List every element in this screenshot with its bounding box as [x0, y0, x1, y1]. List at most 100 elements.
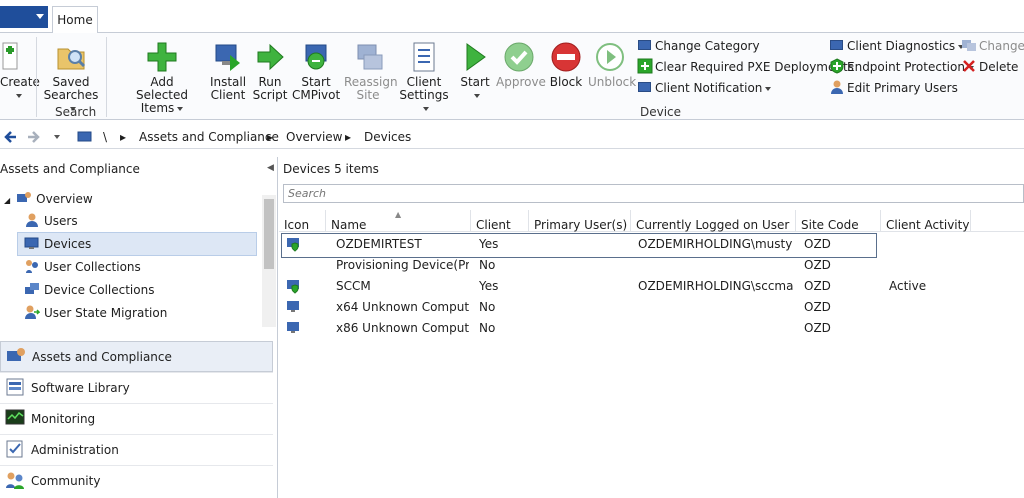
- workspace-software-library[interactable]: Software Library: [0, 372, 273, 403]
- table-row[interactable]: Provisioning Device(Pro... No OZD: [279, 255, 1024, 276]
- history-dropdown-icon[interactable]: [52, 131, 62, 145]
- delete-button[interactable]: Delete: [961, 58, 1018, 76]
- cell-name: SCCM: [336, 279, 371, 293]
- user-collections-icon: [24, 258, 40, 274]
- tree-devices[interactable]: Devices: [24, 234, 91, 255]
- change-category-button[interactable]: Change Category: [637, 37, 760, 55]
- file-menu-button[interactable]: [0, 6, 48, 28]
- breadcrumb-separator-icon: ▸: [120, 130, 127, 144]
- create-button[interactable]: Create: [0, 41, 40, 102]
- add-plus-icon: [146, 41, 178, 73]
- cell-client-activity: Active: [889, 279, 927, 293]
- cell-site-code: OZD: [804, 237, 831, 251]
- clear-pxe-button[interactable]: Clear Required PXE Deployments: [637, 58, 854, 76]
- page-title: Devices 5 items: [283, 162, 379, 176]
- tree-user-collections[interactable]: User Collections: [24, 257, 141, 278]
- install-client-button[interactable]: Install Client: [208, 41, 248, 102]
- column-logged-on-user[interactable]: Currently Logged on User: [631, 210, 796, 232]
- saved-searches-label-1: Saved: [52, 75, 90, 89]
- cell-client: Yes: [479, 237, 499, 251]
- workspace-community[interactable]: Community: [0, 465, 273, 496]
- breadcrumb-root[interactable]: \: [103, 130, 107, 144]
- breadcrumb-devices[interactable]: Devices: [364, 130, 411, 144]
- user-state-migration-icon: [24, 304, 41, 320]
- client-diagnostics-button[interactable]: Client Diagnostics: [829, 37, 964, 55]
- cell-client: No: [479, 300, 496, 314]
- change-collection-button[interactable]: Change C: [961, 37, 1024, 55]
- client-notification-button[interactable]: Client Notification: [637, 79, 771, 97]
- cmpivot-icon: [300, 41, 332, 73]
- table-row[interactable]: x64 Unknown Computer... No OZD: [279, 297, 1024, 318]
- client-settings-button[interactable]: Client Settings: [396, 41, 452, 115]
- install-label-1: Install: [209, 75, 247, 89]
- device-group-label: Device: [640, 105, 682, 119]
- main-pane: ◀ Devices 5 items Icon Name ▲ Client Pri…: [267, 157, 1024, 498]
- nav-scrollbar-thumb[interactable]: [264, 199, 274, 269]
- column-site-code[interactable]: Site Code: [796, 210, 881, 232]
- unblock-button[interactable]: Unblock: [588, 41, 636, 89]
- start-cmpivot-button[interactable]: Start CMPivot: [292, 41, 340, 102]
- reassign-label-1: Reassign: [344, 75, 398, 89]
- column-client[interactable]: Client: [471, 210, 529, 232]
- table-row[interactable]: SCCM Yes OZDEMIRHOLDING\sccmad... OZD Ac…: [279, 276, 1024, 297]
- tree-device-collections[interactable]: Device Collections: [24, 280, 154, 301]
- breadcrumb-overview[interactable]: Overview: [286, 130, 343, 144]
- column-client-activity[interactable]: Client Activity: [881, 210, 971, 232]
- grid-header: Icon Name ▲ Client Primary User(s) Curre…: [279, 210, 1024, 232]
- cell-client: Yes: [479, 279, 499, 293]
- category-icon: [637, 37, 653, 53]
- cell-site-code: OZD: [804, 300, 831, 314]
- workspace-assets-and-compliance[interactable]: Assets and Compliance: [0, 341, 273, 372]
- collapse-nav-icon[interactable]: ◀: [267, 163, 274, 173]
- tab-strip: Home: [0, 0, 1024, 33]
- run-arrow-icon: [254, 41, 286, 73]
- unblock-label: Unblock: [588, 75, 637, 89]
- reassign-site-button[interactable]: Reassign Site: [344, 41, 398, 102]
- forward-icon[interactable]: [25, 129, 41, 148]
- tab-home[interactable]: Home: [52, 6, 98, 33]
- cell-site-code: OZD: [804, 321, 831, 335]
- breadcrumb-assets[interactable]: Assets and Compliance: [139, 130, 279, 144]
- tree-overview[interactable]: ◢ Overview: [4, 189, 93, 210]
- tree-user-state-migration[interactable]: User State Migration: [24, 303, 167, 324]
- start-button[interactable]: Start: [458, 41, 492, 102]
- column-icon[interactable]: Icon: [279, 210, 326, 232]
- table-row[interactable]: x86 Unknown Computer... No OZD: [279, 318, 1024, 339]
- add-selected-items-button[interactable]: Add Selected Items: [118, 41, 206, 115]
- tree-users[interactable]: Users: [24, 211, 78, 232]
- saved-searches-button[interactable]: Saved Searches: [42, 41, 100, 115]
- notification-icon: [637, 79, 653, 95]
- endpoint-protection-button[interactable]: Endpoint Protection: [829, 58, 974, 76]
- block-icon: [550, 41, 582, 73]
- client-settings-label-1: Client: [406, 75, 442, 89]
- user-icon: [829, 79, 845, 95]
- root-node-icon: [77, 130, 93, 147]
- nav-scrollbar[interactable]: [262, 195, 276, 327]
- community-icon: [5, 470, 25, 490]
- search-input[interactable]: [283, 184, 1024, 203]
- column-primary-users[interactable]: Primary User(s): [529, 210, 631, 232]
- create-label: Create: [0, 75, 40, 89]
- cmpivot-label-2: CMPivot: [292, 88, 341, 102]
- device-collections-icon: [24, 281, 40, 297]
- workspace-administration[interactable]: Administration: [0, 434, 273, 465]
- monitoring-icon: [5, 408, 25, 428]
- expand-arrow-icon[interactable]: ◢: [4, 196, 10, 205]
- users-icon: [24, 212, 40, 228]
- change-icon: [961, 37, 977, 53]
- create-icon: [1, 41, 33, 73]
- approve-button[interactable]: Approve: [496, 41, 546, 89]
- pxe-icon: [637, 58, 653, 74]
- cell-site-code: OZD: [804, 258, 831, 272]
- device-client-icon: [287, 280, 299, 294]
- workspace-monitoring[interactable]: Monitoring: [0, 403, 273, 434]
- back-icon[interactable]: [3, 129, 19, 148]
- block-label: Block: [549, 75, 583, 89]
- cell-client: No: [479, 321, 496, 335]
- table-row[interactable]: OZDEMIRTEST Yes OZDEMIRHOLDING\musty OZD: [279, 234, 1024, 255]
- add-label-2: Selected Items: [135, 88, 189, 115]
- block-button[interactable]: Block: [548, 41, 584, 89]
- edit-primary-users-button[interactable]: Edit Primary Users: [829, 79, 958, 97]
- play-icon: [459, 41, 491, 73]
- run-script-button[interactable]: Run Script: [252, 41, 288, 102]
